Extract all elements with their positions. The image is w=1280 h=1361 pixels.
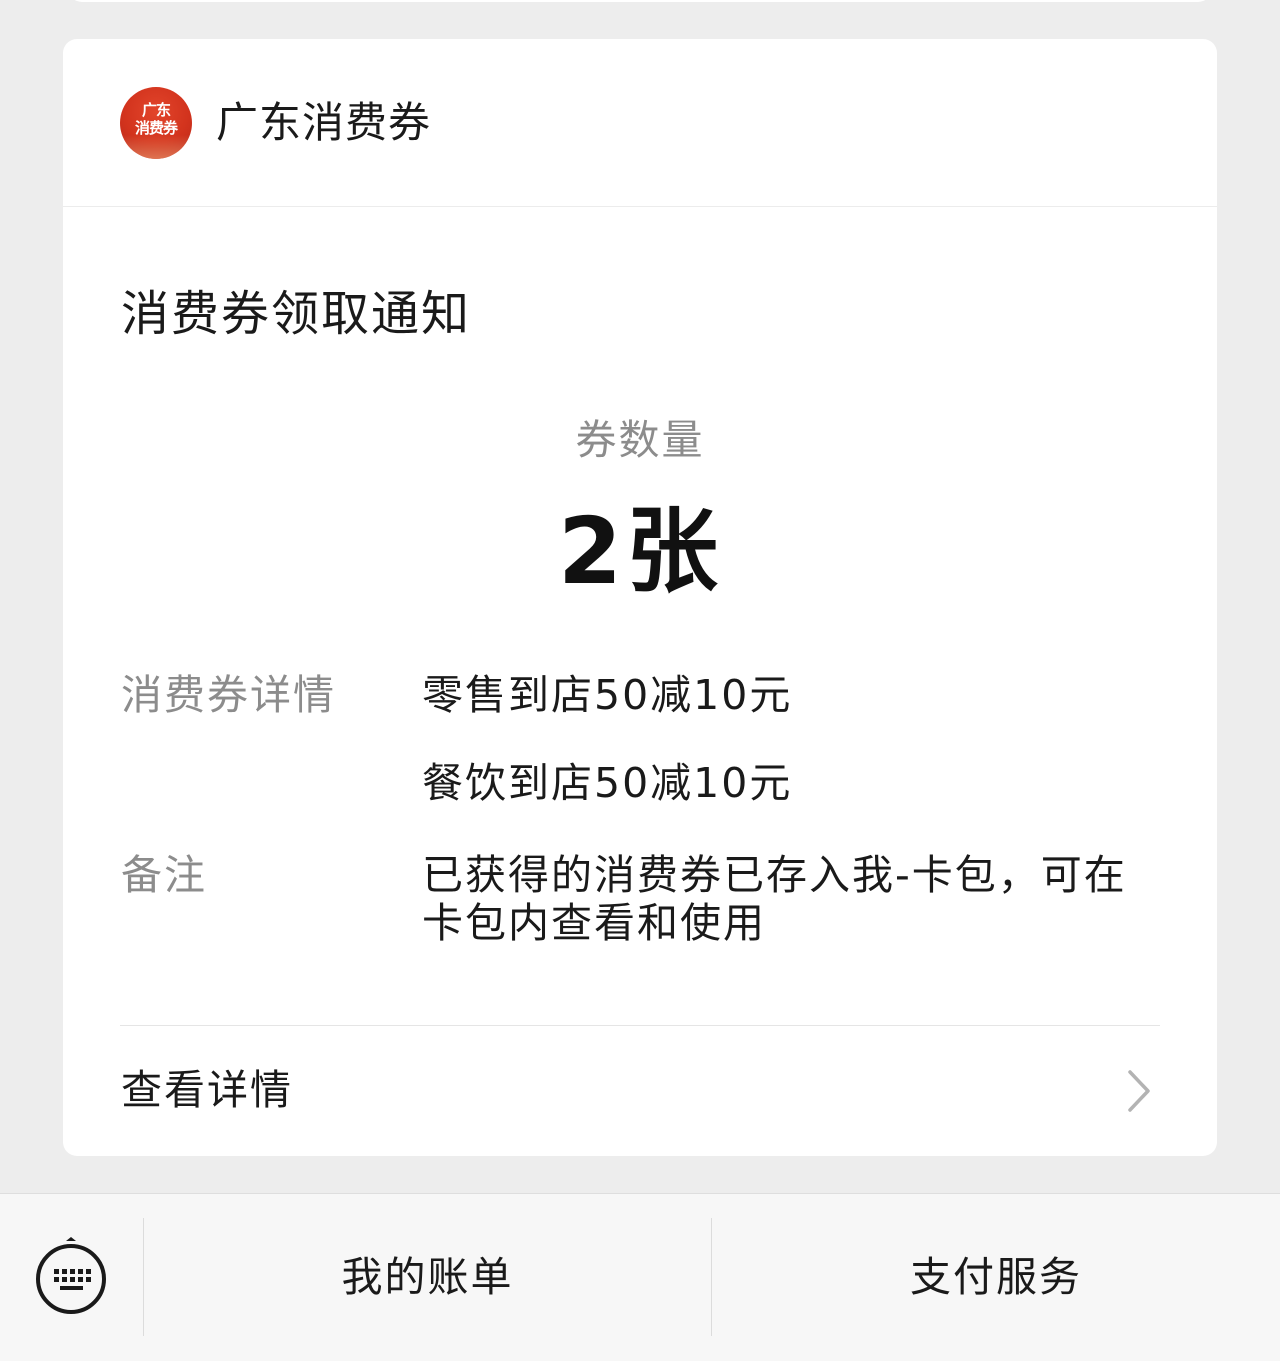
detail-item-retail: 零售到店50减10元 (422, 671, 793, 719)
menu-item-payment-services[interactable]: 支付服务 (712, 1194, 1280, 1361)
previous-message-card-edge (68, 0, 1212, 2)
notice-title: 消费券领取通知 (121, 286, 472, 342)
keyboard-toggle-button[interactable] (0, 1194, 143, 1361)
quantity-value: 2张 (557, 498, 722, 605)
logo-decoration (120, 135, 192, 159)
view-details-link[interactable]: 查看详情 (63, 1026, 1217, 1156)
detail-item-dining: 餐饮到店50减10元 (422, 759, 793, 807)
brand-logo: 广东 消费券 (120, 87, 192, 159)
bottom-menu-bar: 我的账单 支付服务 (0, 1193, 1280, 1361)
menu-item-my-bills[interactable]: 我的账单 (144, 1194, 711, 1361)
chevron-right-icon (1128, 1070, 1150, 1112)
logo-text-line1: 广东 (141, 101, 171, 119)
keyboard-icon (36, 1237, 106, 1314)
view-details-label: 查看详情 (121, 1066, 293, 1114)
logo-text: 广东 消费券 (120, 101, 192, 137)
brand-name: 广东消费券 (216, 98, 432, 147)
remark-value: 已获得的消费券已存入我-卡包，可在卡包内查看和使用 (422, 851, 1127, 947)
logo-text-line2: 消费券 (134, 119, 178, 137)
notification-card: 广东 消费券 广东消费券 消费券领取通知 券数量 2张 消费券详情 零售到店50… (63, 39, 1217, 1156)
details-label: 消费券详情 (121, 671, 336, 719)
remark-label: 备注 (121, 851, 207, 899)
card-header[interactable]: 广东 消费券 广东消费券 (63, 39, 1217, 207)
quantity-label: 券数量 (575, 416, 705, 464)
